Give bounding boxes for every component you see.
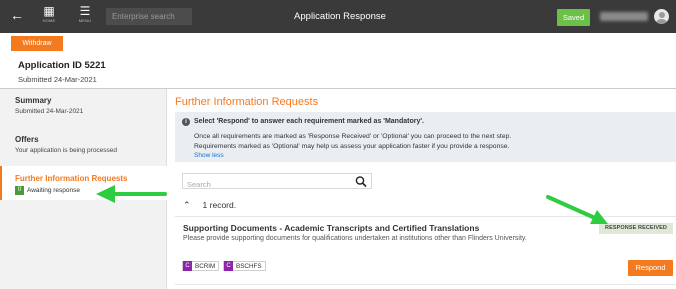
hamburger-icon: ☰ <box>79 4 91 18</box>
request-title: Supporting Documents - Academic Transcri… <box>183 223 480 233</box>
submitted-date: Submitted 24-Mar-2021 <box>18 75 97 84</box>
arrow-left-icon[interactable]: ← <box>10 8 24 22</box>
sidebar: Summary Submitted 24-Mar-2021 Offers You… <box>0 89 167 289</box>
info-panel: i Select 'Respond' to answer each requir… <box>175 112 676 162</box>
user-name[interactable] <box>600 12 648 21</box>
course-tag: C BCRIM <box>182 260 220 271</box>
course-tag-letter: C <box>183 260 192 271</box>
application-id: Application ID 5221 <box>18 60 106 71</box>
course-tag: C BSCHFS <box>223 260 266 271</box>
divider <box>175 216 676 217</box>
sidebar-item-further-information-requests[interactable]: Further Information Requests 0 Awaiting … <box>0 166 167 200</box>
menu-button[interactable]: ☰ MENU <box>72 4 98 30</box>
sidebar-item-sub: Submitted 24-Mar-2021 <box>15 108 84 115</box>
sidebar-item-label: Further Information Requests <box>15 174 128 183</box>
info-icon: i <box>182 118 190 126</box>
records-row: ⌃ 1 record. <box>183 200 236 211</box>
divider <box>175 284 676 285</box>
status-text: Awaiting response <box>27 187 80 194</box>
status-badge: RESPONSE RECEIVED <box>599 223 673 234</box>
chevron-up-icon[interactable]: ⌃ <box>183 200 191 211</box>
sidebar-item-offers[interactable]: Offers Your application is being process… <box>0 135 167 154</box>
status-row: 0 Awaiting response <box>15 186 167 195</box>
sidebar-item-label: Summary <box>15 96 52 105</box>
user-avatar-icon[interactable] <box>654 9 669 24</box>
saved-button[interactable]: Saved <box>557 9 590 26</box>
withdraw-button[interactable]: Withdraw <box>11 36 63 51</box>
status-count-badge: 0 <box>15 186 24 195</box>
home-button[interactable]: ▦ HOME <box>36 4 62 30</box>
info-heading: Select 'Respond' to answer each requirem… <box>194 118 424 125</box>
annotation-arrow-right <box>546 195 608 224</box>
magnifier-icon[interactable] <box>354 175 368 188</box>
course-tag-code: BCRIM <box>195 262 216 270</box>
search-field <box>182 173 372 192</box>
section-title: Further Information Requests <box>175 96 319 108</box>
enterprise-search-input[interactable]: Enterprise search <box>106 8 192 25</box>
home-caption: HOME <box>42 18 56 23</box>
info-line-1: Once all requirements are marked as 'Res… <box>194 133 512 140</box>
show-less-link[interactable]: Show less <box>194 152 224 159</box>
respond-button[interactable]: Respond <box>628 260 673 276</box>
course-tag-code: BSCHFS <box>236 262 262 270</box>
grid-icon: ▦ <box>43 4 55 18</box>
course-tag-letter: C <box>224 260 233 271</box>
search-input[interactable] <box>183 177 348 192</box>
records-count: 1 record. <box>202 200 237 210</box>
menu-caption: MENU <box>78 18 92 23</box>
info-line-2: Requirements marked as 'Optional' may he… <box>194 143 510 150</box>
sidebar-item-label: Offers <box>15 135 39 144</box>
sidebar-item-summary[interactable]: Summary Submitted 24-Mar-2021 <box>0 96 167 115</box>
sidebar-item-sub: Your application is being processed <box>15 147 118 154</box>
page-title: Application Response <box>294 11 386 22</box>
top-bar: ← ▦ HOME ☰ MENU Enterprise search Applic… <box>0 0 676 33</box>
request-description: Please provide supporting documents for … <box>183 235 527 242</box>
